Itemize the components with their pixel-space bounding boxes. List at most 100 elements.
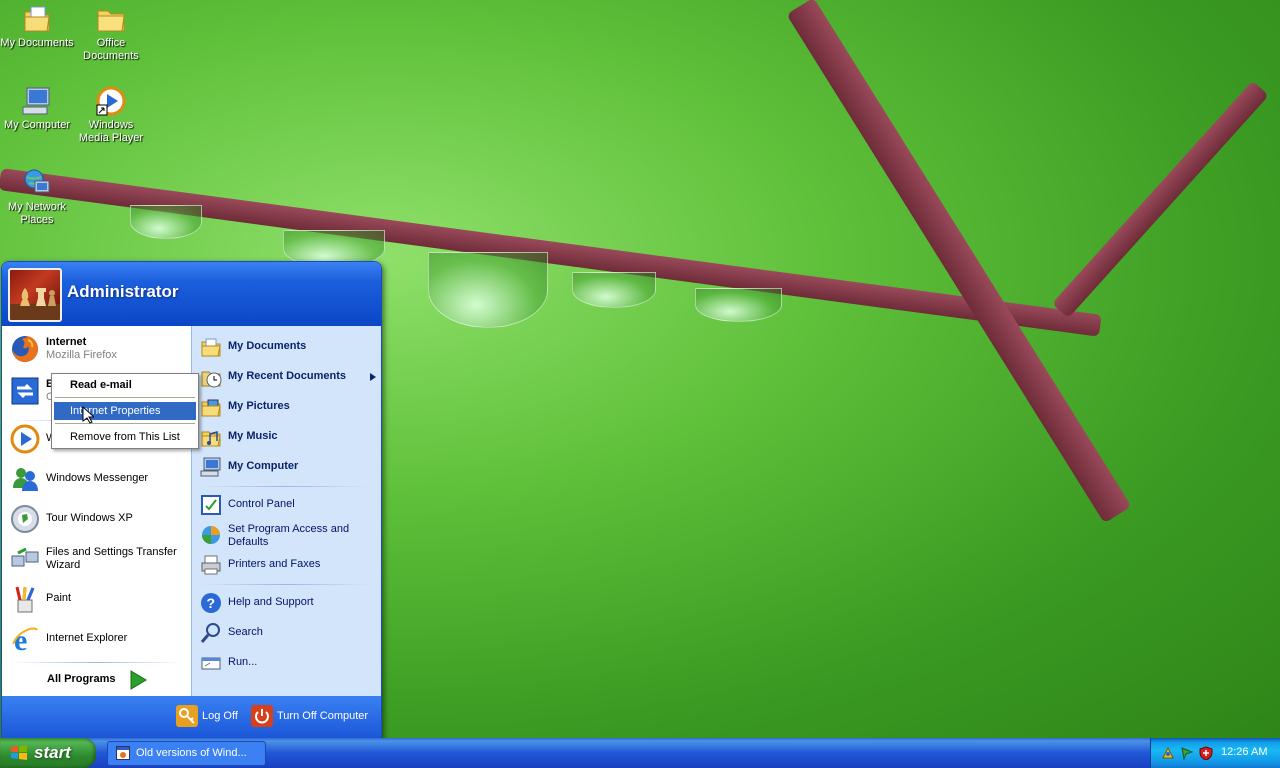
places-label: Search bbox=[228, 626, 263, 638]
update-tray-icon[interactable] bbox=[1180, 746, 1194, 760]
paint-icon bbox=[15, 586, 35, 613]
places-help-support[interactable]: ? Help and Support bbox=[198, 590, 378, 616]
places-my-computer[interactable]: My Computer bbox=[198, 454, 378, 480]
chevron-right-icon bbox=[370, 373, 376, 381]
desktop-icon-network-places[interactable]: My Network Places bbox=[0, 167, 74, 227]
my-pictures-icon bbox=[201, 399, 221, 417]
log-off-button[interactable]: Log Off bbox=[176, 705, 246, 729]
places-my-music[interactable]: My Music bbox=[198, 424, 378, 450]
context-item-label: Read e-mail bbox=[70, 379, 132, 391]
internet-explorer-icon: e bbox=[12, 624, 38, 654]
chess-pieces-icon bbox=[10, 288, 60, 320]
desktop-icon-media-player[interactable]: Windows Media Player bbox=[74, 85, 148, 145]
network-places-icon bbox=[24, 169, 50, 193]
my-documents-icon bbox=[201, 338, 221, 357]
pinned-item-subtitle: Mozilla Firefox bbox=[46, 349, 117, 361]
places-label: My Documents bbox=[228, 340, 307, 352]
all-programs-button[interactable]: All Programs bbox=[47, 670, 147, 690]
recent-item-paint[interactable]: Paint bbox=[8, 582, 188, 616]
desktop-icon-my-computer[interactable]: My Computer bbox=[0, 85, 74, 132]
places-search[interactable]: Search bbox=[198, 620, 378, 646]
pinned-item-internet[interactable]: Internet Mozilla Firefox bbox=[8, 332, 188, 366]
places-label: Run... bbox=[228, 656, 258, 668]
security-shield-icon[interactable] bbox=[1199, 746, 1213, 760]
places-label: My Pictures bbox=[228, 400, 290, 412]
my-computer-icon bbox=[22, 87, 50, 115]
start-menu: Administrator Internet Mozilla Firefox E… bbox=[1, 261, 382, 741]
power-icon bbox=[251, 705, 273, 727]
log-off-label: Log Off bbox=[202, 710, 238, 722]
recent-item-label: Tour Windows XP bbox=[46, 512, 133, 524]
places-label: Set Program Access and Defaults bbox=[228, 523, 350, 548]
svg-text:?: ? bbox=[207, 595, 216, 611]
start-menu-footer: Log Off Turn Off Computer bbox=[2, 696, 381, 740]
recent-documents-icon bbox=[201, 371, 222, 388]
places-program-access[interactable]: Set Program Access and Defaults bbox=[198, 522, 378, 552]
desktop-icon-label: Windows Media Player bbox=[78, 119, 144, 144]
transfer-wizard-icon bbox=[11, 547, 39, 567]
network-tray-icon[interactable] bbox=[1161, 746, 1175, 760]
recent-item-messenger[interactable]: Windows Messenger bbox=[8, 462, 188, 496]
key-icon bbox=[176, 705, 198, 727]
context-item-internet-properties[interactable]: Internet Properties bbox=[54, 402, 196, 420]
water-drop bbox=[695, 288, 782, 322]
places-label: Help and Support bbox=[228, 596, 314, 608]
run-icon bbox=[201, 657, 221, 670]
start-button[interactable]: start bbox=[0, 738, 96, 768]
water-drop bbox=[130, 205, 202, 239]
my-documents-icon bbox=[24, 6, 50, 32]
taskbar-window-button[interactable]: Old versions of Wind... bbox=[107, 741, 266, 766]
search-icon bbox=[200, 623, 220, 643]
control-panel-icon bbox=[201, 495, 221, 515]
places-run[interactable]: Run... bbox=[198, 650, 378, 676]
recent-item-label: Files and Settings Transfer Wizard bbox=[46, 546, 177, 571]
clock: 12:26 AM bbox=[1221, 746, 1268, 758]
wallpaper-branch bbox=[786, 0, 1132, 524]
start-label: start bbox=[34, 743, 71, 762]
places-label: My Recent Documents bbox=[228, 370, 346, 382]
firefox-icon bbox=[12, 336, 38, 362]
media-player-icon bbox=[10, 424, 40, 454]
places-my-recent-documents[interactable]: My Recent Documents bbox=[198, 364, 378, 390]
places-printers[interactable]: Printers and Faxes bbox=[198, 552, 378, 578]
turn-off-label: Turn Off Computer bbox=[277, 710, 369, 722]
context-item-read-email[interactable]: Read e-mail bbox=[54, 376, 196, 394]
context-item-remove[interactable]: Remove from This List bbox=[54, 428, 196, 446]
email-icon bbox=[11, 377, 39, 405]
all-programs-label: All Programs bbox=[47, 673, 116, 685]
printer-icon bbox=[201, 555, 221, 575]
desktop-icon-label: My Documents bbox=[0, 37, 74, 49]
water-drop bbox=[572, 272, 656, 308]
desktop-icon-office-documents[interactable]: Office Documents bbox=[74, 3, 148, 63]
recent-item-label: Windows Messenger bbox=[46, 472, 149, 484]
user-avatar[interactable] bbox=[8, 268, 62, 322]
context-separator bbox=[55, 423, 195, 424]
context-menu: Read e-mail Internet Properties Remove f… bbox=[51, 373, 199, 449]
desktop-icon-label: My Computer bbox=[3, 119, 71, 131]
user-name: Administrator bbox=[67, 282, 179, 301]
taskbar: start Old versions of Wind... 12:26 AM bbox=[0, 738, 1280, 768]
desktop-icon-my-documents[interactable]: My Documents bbox=[0, 3, 74, 50]
folder-icon bbox=[97, 10, 125, 32]
program-access-icon bbox=[202, 526, 220, 544]
desktop-icon-label: My Network Places bbox=[7, 201, 67, 226]
recent-item-label: Paint bbox=[46, 592, 72, 604]
separator bbox=[200, 584, 370, 585]
places-control-panel[interactable]: Control Panel bbox=[198, 492, 378, 518]
recent-item-internet-explorer[interactable]: e Internet Explorer bbox=[8, 622, 188, 656]
taskbar-window-title: Old versions of Wind... bbox=[136, 747, 247, 759]
recent-item-transfer-wizard[interactable]: Files and Settings Transfer Wizard bbox=[8, 542, 188, 576]
separator bbox=[200, 486, 370, 487]
places-label: My Music bbox=[228, 430, 278, 442]
places-my-documents[interactable]: My Documents bbox=[198, 334, 378, 360]
places-label: My Computer bbox=[228, 460, 299, 472]
windows-logo-icon bbox=[11, 745, 27, 760]
help-icon: ? bbox=[201, 593, 221, 613]
places-label: Control Panel bbox=[228, 498, 295, 510]
recent-item-tour[interactable]: Tour Windows XP bbox=[8, 502, 188, 536]
recent-item-label: Internet Explorer bbox=[46, 632, 128, 644]
pinned-item-title: Internet bbox=[46, 336, 87, 348]
places-my-pictures[interactable]: My Pictures bbox=[198, 394, 378, 420]
wallpaper-branch bbox=[1051, 80, 1269, 319]
turn-off-button[interactable]: Turn Off Computer bbox=[251, 705, 375, 729]
